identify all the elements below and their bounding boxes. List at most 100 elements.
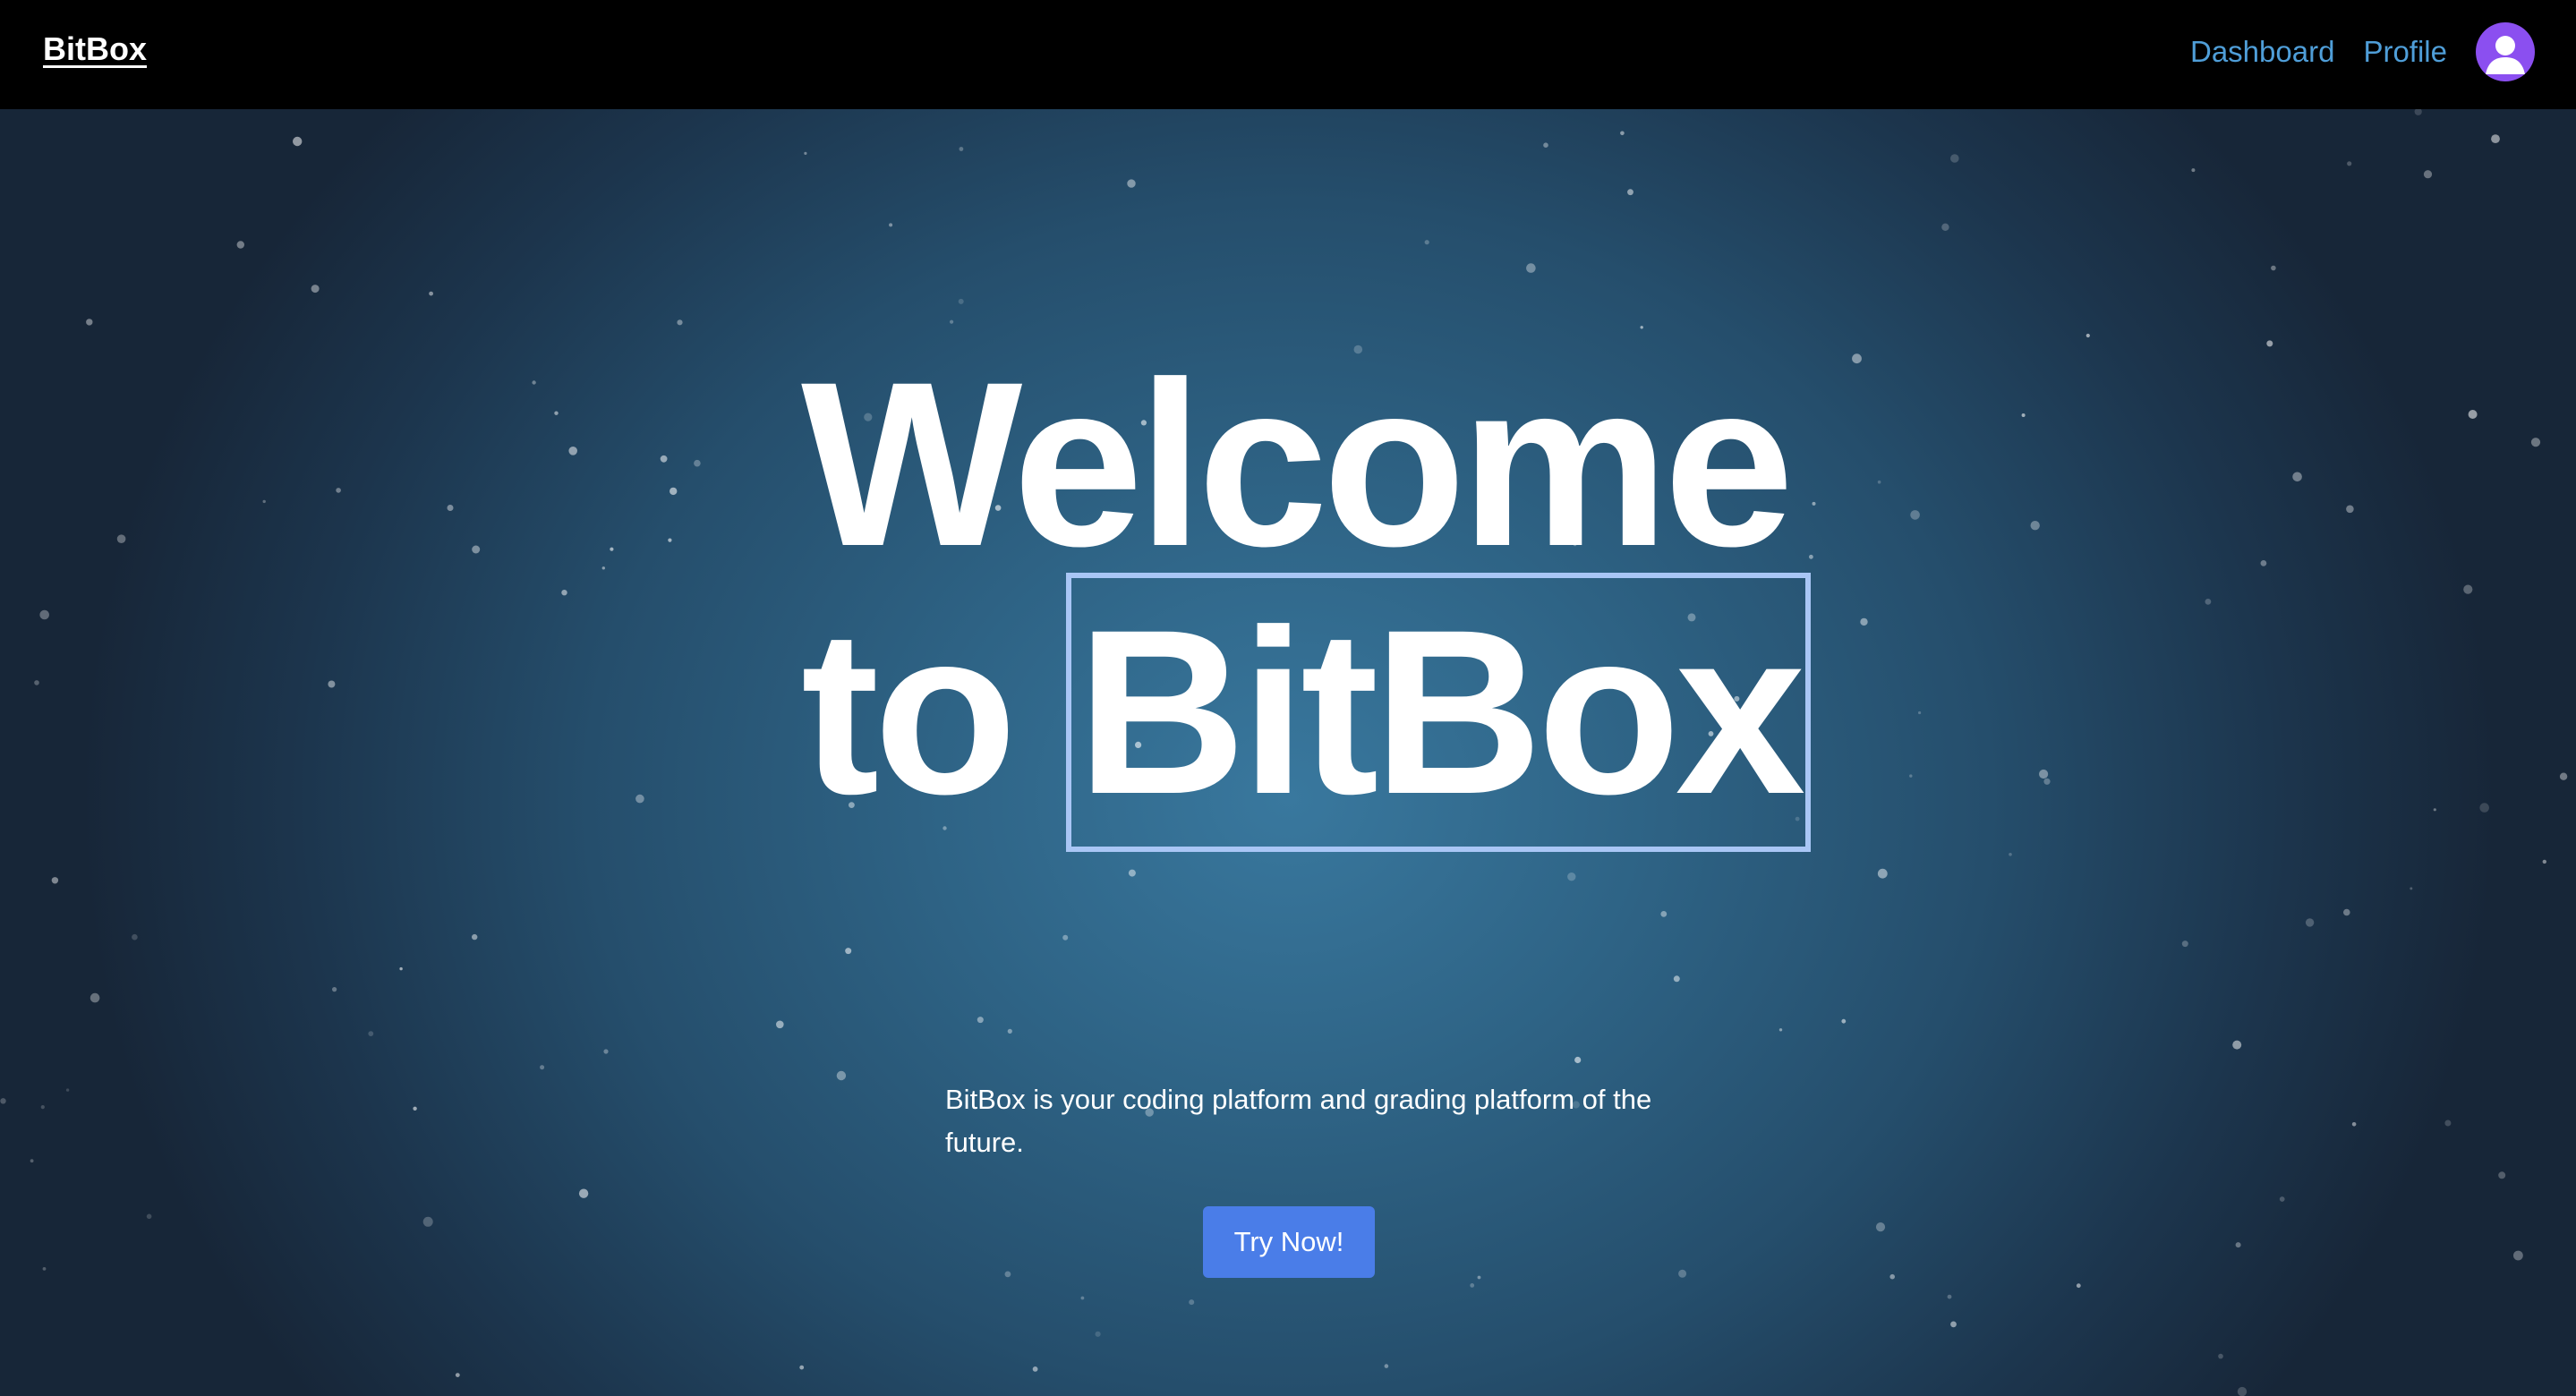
star-dot xyxy=(2513,1250,2523,1261)
star-dot xyxy=(1678,1269,1687,1278)
star-dot xyxy=(660,455,668,463)
star-dot xyxy=(2076,1283,2081,1289)
star-dot xyxy=(2343,908,2350,916)
brand-logo-link[interactable]: BitBox xyxy=(43,30,147,68)
star-dot xyxy=(42,1267,47,1271)
star-dot xyxy=(146,1213,152,1220)
star-dot xyxy=(2266,340,2273,347)
star-dot xyxy=(1875,1222,1886,1232)
nav-links: Dashboard Profile xyxy=(2190,21,2535,82)
star-dot xyxy=(668,538,672,542)
star-dot xyxy=(2030,521,2040,531)
star-dot xyxy=(2218,1353,2223,1359)
star-dot xyxy=(30,1159,34,1163)
star-dot xyxy=(568,447,577,455)
star-dot xyxy=(2346,505,2354,514)
star-dot xyxy=(950,319,954,324)
star-dot xyxy=(293,136,303,147)
star-dot xyxy=(2292,472,2302,482)
heading-line-to-bitbox: to BitBox xyxy=(801,573,1812,852)
top-navbar: BitBox Dashboard Profile xyxy=(0,0,2576,109)
star-dot xyxy=(610,547,614,551)
star-dot xyxy=(603,1049,609,1054)
star-dot xyxy=(1877,480,1881,484)
star-dot xyxy=(845,948,852,955)
star-dot xyxy=(429,291,433,296)
hero-heading: Welcome to BitBox xyxy=(801,333,1812,852)
star-dot xyxy=(1947,1294,1952,1299)
star-dot xyxy=(34,680,39,685)
star-dot xyxy=(889,223,893,227)
star-dot xyxy=(262,499,266,504)
star-dot xyxy=(2043,778,2051,785)
star-dot xyxy=(413,1106,417,1111)
star-dot xyxy=(311,285,320,294)
star-dot xyxy=(1627,189,1633,196)
star-dot xyxy=(1841,1018,1847,1024)
star-dot xyxy=(670,487,678,496)
star-dot xyxy=(328,680,336,688)
star-dot xyxy=(578,1188,589,1198)
star-dot xyxy=(2542,859,2546,864)
star-dot xyxy=(2235,1242,2241,1248)
star-dot xyxy=(2468,410,2478,419)
star-dot xyxy=(1543,142,1548,148)
user-avatar-icon[interactable] xyxy=(2476,22,2535,81)
star-dot xyxy=(635,794,644,804)
star-dot xyxy=(2347,161,2352,166)
star-dot xyxy=(1889,1273,1895,1280)
star-dot xyxy=(1574,1056,1582,1064)
star-dot xyxy=(1852,353,1862,364)
star-dot xyxy=(1660,911,1668,917)
star-dot xyxy=(694,459,701,467)
star-dot xyxy=(1910,510,1920,520)
star-dot xyxy=(2260,560,2267,566)
star-dot xyxy=(1918,711,1922,715)
star-dot xyxy=(65,1088,70,1092)
heading-line-welcome: Welcome xyxy=(801,333,1794,595)
star-dot xyxy=(1673,975,1680,983)
hero-section: Welcome to BitBox BitBox is your coding … xyxy=(0,109,2576,1396)
star-dot xyxy=(540,1065,545,1070)
star-dot xyxy=(2423,170,2433,179)
star-dot xyxy=(40,1105,45,1110)
star-dot xyxy=(116,534,126,543)
star-dot xyxy=(1567,872,1576,881)
star-dot xyxy=(1620,131,1625,136)
star-dot xyxy=(1424,240,1429,245)
star-dot xyxy=(2271,265,2276,271)
star-dot xyxy=(2279,1196,2285,1202)
star-dot xyxy=(2232,1040,2242,1050)
heading-word-to: to xyxy=(801,581,1017,843)
star-dot xyxy=(2039,769,2049,779)
star-dot xyxy=(86,319,93,326)
star-dot xyxy=(0,1098,6,1104)
star-dot xyxy=(447,505,454,511)
star-dot xyxy=(799,1365,805,1370)
star-dot xyxy=(2237,1386,2248,1396)
star-dot xyxy=(2305,918,2315,927)
star-dot xyxy=(2191,168,2196,173)
star-dot xyxy=(1384,1364,1389,1368)
star-dot xyxy=(1526,263,1536,273)
star-dot xyxy=(977,1017,984,1024)
star-dot xyxy=(1909,774,1913,778)
star-dot xyxy=(2559,772,2568,780)
star-dot xyxy=(132,933,138,941)
user-silhouette-icon xyxy=(2486,36,2525,74)
star-dot xyxy=(1860,617,1868,626)
star-dot xyxy=(2086,333,2090,338)
star-dot xyxy=(2414,109,2422,115)
try-now-button[interactable]: Try Now! xyxy=(1203,1206,1375,1278)
star-dot xyxy=(1809,554,1813,559)
heading-word-bitbox-highlight: BitBox xyxy=(1066,573,1812,852)
star-dot xyxy=(1950,1321,1957,1328)
star-dot xyxy=(2491,134,2500,143)
nav-link-profile[interactable]: Profile xyxy=(2363,35,2447,69)
star-dot xyxy=(959,147,964,151)
star-dot xyxy=(2351,1122,2357,1127)
star-dot xyxy=(601,566,605,570)
star-dot xyxy=(422,1216,433,1227)
star-dot xyxy=(90,992,100,1003)
nav-link-dashboard[interactable]: Dashboard xyxy=(2190,35,2334,69)
